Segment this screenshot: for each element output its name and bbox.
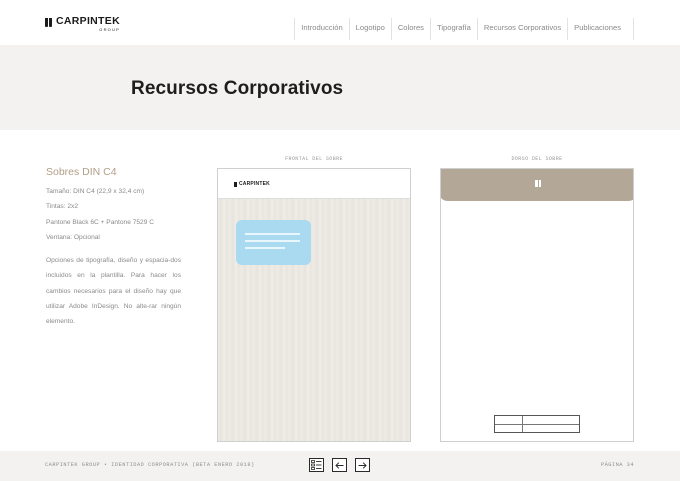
- footer-doc-title: CARPINTEK GROUP • IDENTIDAD CORPORATIVA …: [45, 462, 255, 468]
- front-envelope-logo: CARPINTEK: [234, 181, 270, 187]
- sender-web-cell: [523, 425, 527, 432]
- nav-recursos-corporativos[interactable]: Recursos Corporativos: [476, 18, 567, 40]
- spec-inks: Tintas: 2x2: [46, 203, 79, 211]
- top-header: CARPINTEK GROUP Introducción Logotipo Co…: [0, 0, 680, 45]
- main-nav: Introducción Logotipo Colores Tipografía…: [294, 18, 634, 40]
- title-band: Recursos Corporativos: [0, 45, 680, 130]
- nav-introduccion[interactable]: Introducción: [294, 18, 348, 40]
- window-text-line: [245, 247, 285, 249]
- index-button[interactable]: [309, 458, 324, 472]
- window-text-line: [245, 233, 300, 235]
- footer-page-number: PÁGINA 34: [600, 462, 634, 468]
- front-envelope-mockup: CARPINTEK: [217, 168, 411, 442]
- nav-logotipo[interactable]: Logotipo: [348, 18, 391, 40]
- spec-window: Ventana: Opcional: [46, 233, 100, 241]
- envelope-flap: [441, 169, 633, 201]
- mini-logo-mark-icon: [234, 182, 237, 187]
- back-envelope-label: DORSO DEL SOBRE: [511, 156, 563, 162]
- sender-address-cell: [523, 416, 527, 424]
- spec-column: Sobres DIN C4 Tamaño: DIN C4 (22,9 x 32,…: [46, 166, 181, 329]
- next-page-button[interactable]: [355, 458, 370, 472]
- back-envelope-mockup: [440, 168, 634, 442]
- footer-bar: CARPINTEK GROUP • IDENTIDAD CORPORATIVA …: [0, 451, 680, 481]
- index-list-icon: [311, 460, 322, 470]
- window-text-line: [245, 240, 300, 242]
- sender-phone-cell: [495, 425, 523, 432]
- nav-colores[interactable]: Colores: [390, 18, 430, 40]
- spec-title: Sobres DIN C4: [46, 166, 117, 178]
- nav-publicaciones[interactable]: Publicaciones: [567, 18, 627, 40]
- spec-size: Tamaño: DIN C4 (22,9 x 32,4 cm): [46, 188, 145, 195]
- front-envelope-label: FRONTAL DEL SOBRE: [285, 156, 343, 162]
- nav-tipografia[interactable]: Tipografía: [429, 18, 477, 40]
- front-envelope-header: CARPINTEK: [218, 169, 410, 199]
- logo-name: CARPINTEK: [56, 15, 120, 27]
- sender-name-cell: [495, 416, 523, 424]
- front-logo-name: CARPINTEK: [239, 181, 270, 187]
- spec-paragraph: Opciones de tipografía, diseño y espacia…: [46, 257, 181, 325]
- previous-page-button[interactable]: [332, 458, 347, 472]
- logo-mark-icon: [45, 18, 52, 27]
- arrow-left-icon: [335, 461, 344, 469]
- logo-group: GROUP: [99, 27, 120, 32]
- arrow-right-icon: [358, 461, 367, 469]
- envelope-window: [236, 220, 311, 265]
- carpintek-logo[interactable]: CARPINTEK GROUP: [45, 16, 120, 32]
- page-title: Recursos Corporativos: [131, 78, 344, 99]
- sender-address-block: [494, 415, 580, 433]
- spec-pantone: Pantone Black 6C + Pantone 7529 C: [46, 218, 154, 226]
- nav-divider: [633, 18, 634, 40]
- flap-logo-icon: [535, 180, 541, 187]
